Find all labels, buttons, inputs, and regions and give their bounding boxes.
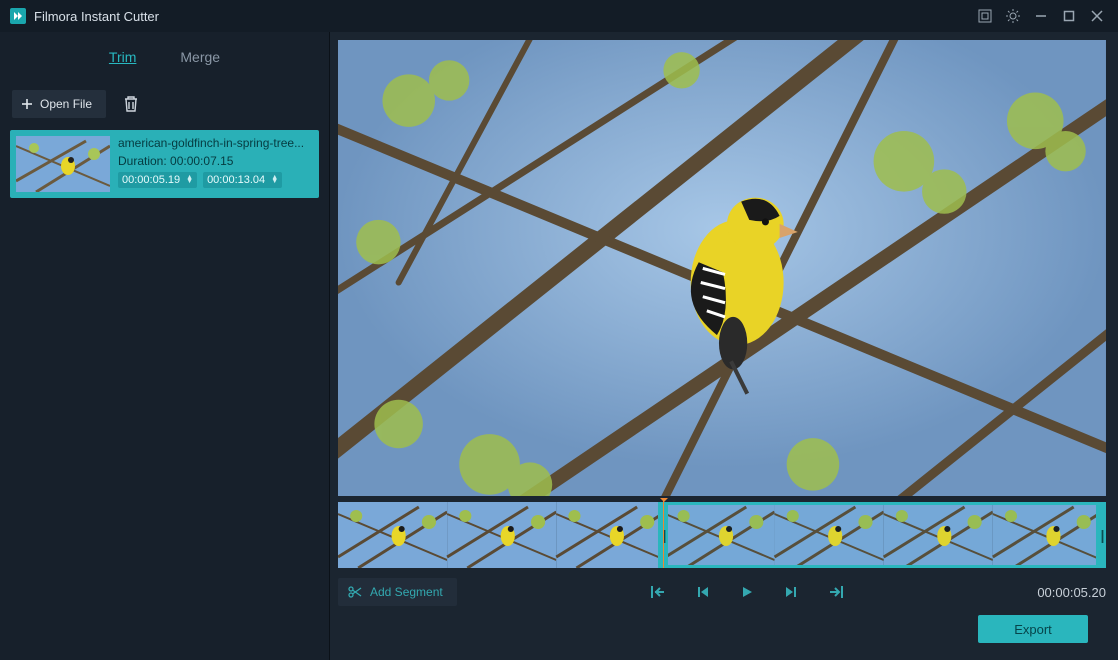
timeline[interactable]: || || bbox=[338, 502, 1106, 568]
add-segment-label: Add Segment bbox=[370, 585, 443, 599]
play-button[interactable] bbox=[740, 585, 754, 599]
content-area: || || Add Segment 00:00:05.20 Export bbox=[330, 32, 1118, 660]
tab-merge[interactable]: Merge bbox=[180, 49, 220, 67]
theme-toggle-icon[interactable] bbox=[1002, 5, 1024, 27]
next-frame-button[interactable] bbox=[784, 585, 798, 599]
open-file-label: Open File bbox=[40, 97, 92, 111]
close-icon[interactable] bbox=[1086, 5, 1108, 27]
export-button[interactable]: Export bbox=[978, 615, 1088, 643]
clip-title: american-goldfinch-in-spring-tree... bbox=[118, 136, 308, 150]
tab-trim[interactable]: Trim bbox=[109, 49, 136, 67]
app-title: Filmora Instant Cutter bbox=[34, 9, 159, 24]
minimize-icon[interactable] bbox=[1030, 5, 1052, 27]
set-out-button[interactable] bbox=[828, 585, 844, 599]
add-segment-button[interactable]: Add Segment bbox=[338, 578, 457, 606]
stepper-icon[interactable]: ▲▼ bbox=[271, 176, 278, 184]
clip-thumbnail bbox=[16, 136, 110, 192]
in-timecode[interactable]: 00:00:05.19▲▼ bbox=[118, 172, 197, 188]
clip-item[interactable]: american-goldfinch-in-spring-tree... Dur… bbox=[10, 130, 319, 198]
scissors-icon bbox=[348, 585, 362, 599]
sidebar: Trim Merge Open File american-goldfinch-… bbox=[0, 32, 330, 660]
app-logo-icon bbox=[10, 8, 26, 24]
plus-icon bbox=[22, 99, 32, 109]
maximize-icon[interactable] bbox=[1058, 5, 1080, 27]
clip-duration: Duration: 00:00:07.15 bbox=[118, 154, 313, 168]
stepper-icon[interactable]: ▲▼ bbox=[186, 176, 193, 184]
delete-button[interactable] bbox=[116, 90, 146, 118]
prev-frame-button[interactable] bbox=[696, 585, 710, 599]
current-time: 00:00:05.20 bbox=[1037, 585, 1106, 600]
selection-range[interactable]: || || bbox=[658, 502, 1106, 568]
selection-handle-right[interactable]: || bbox=[1096, 505, 1106, 565]
set-in-button[interactable] bbox=[650, 585, 666, 599]
out-timecode[interactable]: 00:00:13.04▲▼ bbox=[203, 172, 282, 188]
titlebar: Filmora Instant Cutter bbox=[0, 0, 1118, 32]
settings-icon[interactable] bbox=[974, 5, 996, 27]
video-preview[interactable] bbox=[338, 40, 1106, 496]
open-file-button[interactable]: Open File bbox=[12, 90, 106, 118]
